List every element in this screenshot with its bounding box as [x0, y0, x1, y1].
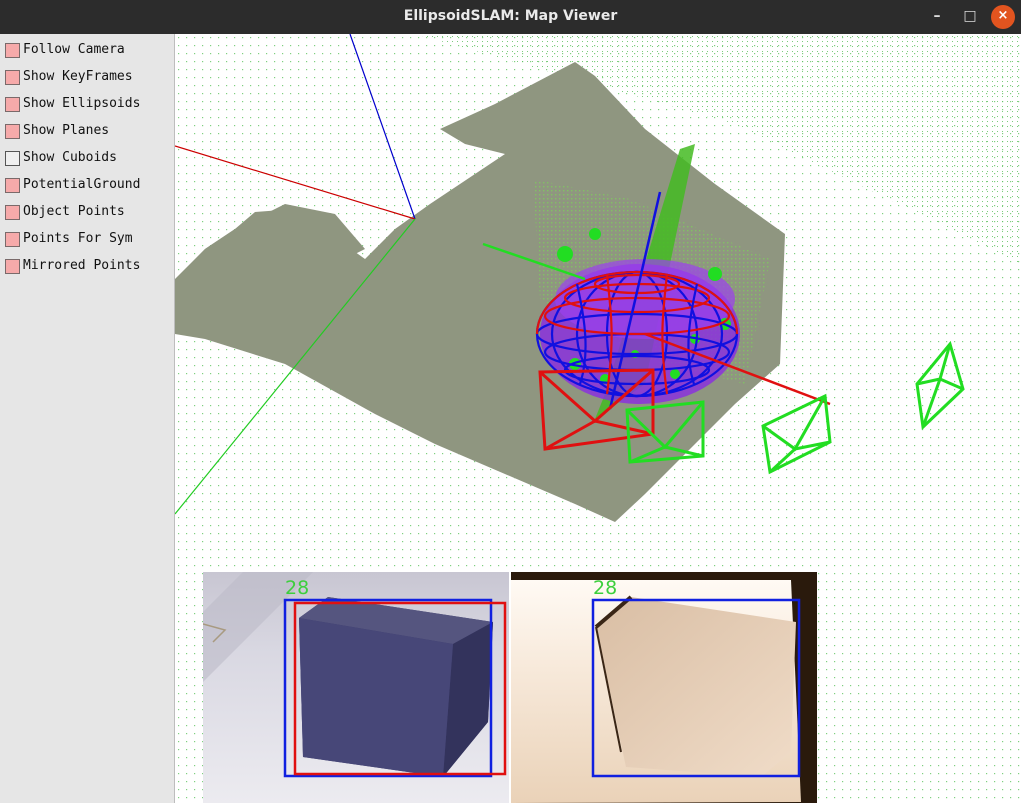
option-label: Show KeyFrames: [23, 69, 133, 84]
option-label: Mirrored Points: [23, 258, 141, 273]
minimize-icon[interactable]: –: [925, 5, 949, 29]
checkbox[interactable]: [5, 97, 20, 112]
depth-image: [511, 572, 817, 803]
checkbox[interactable]: [5, 124, 20, 139]
depth-image-view: 28: [511, 572, 817, 803]
checkbox[interactable]: [5, 151, 20, 166]
option-label: Show Planes: [23, 123, 110, 138]
close-icon[interactable]: ×: [991, 5, 1015, 29]
rgb-image-view: 28: [203, 572, 509, 803]
checkbox[interactable]: [5, 43, 20, 58]
rgb-image: [203, 572, 509, 803]
object-id-label: 28: [285, 577, 310, 599]
checkbox[interactable]: [5, 70, 20, 85]
option-label: Show Ellipsoids: [23, 96, 141, 111]
option-label: Follow Camera: [23, 42, 125, 57]
checkbox[interactable]: [5, 178, 20, 193]
option-label: Object Points: [23, 204, 125, 219]
object-id-label: 28: [593, 577, 618, 599]
window-title: EllipsoidSLAM: Map Viewer: [403, 8, 618, 24]
options-panel: Follow Camera Show KeyFrames Show Ellips…: [0, 34, 175, 803]
checkbox[interactable]: [5, 259, 20, 274]
option-label: PotentialGround: [23, 177, 141, 192]
option-label: Points For Sym: [23, 231, 133, 246]
map-viewport[interactable]: 28 28: [175, 34, 1021, 803]
option-label: Show Cuboids: [23, 150, 117, 165]
checkbox[interactable]: [5, 205, 20, 220]
maximize-icon[interactable]: □: [958, 5, 982, 29]
title-bar[interactable]: EllipsoidSLAM: Map Viewer – □ ×: [0, 0, 1021, 34]
checkbox[interactable]: [5, 232, 20, 247]
